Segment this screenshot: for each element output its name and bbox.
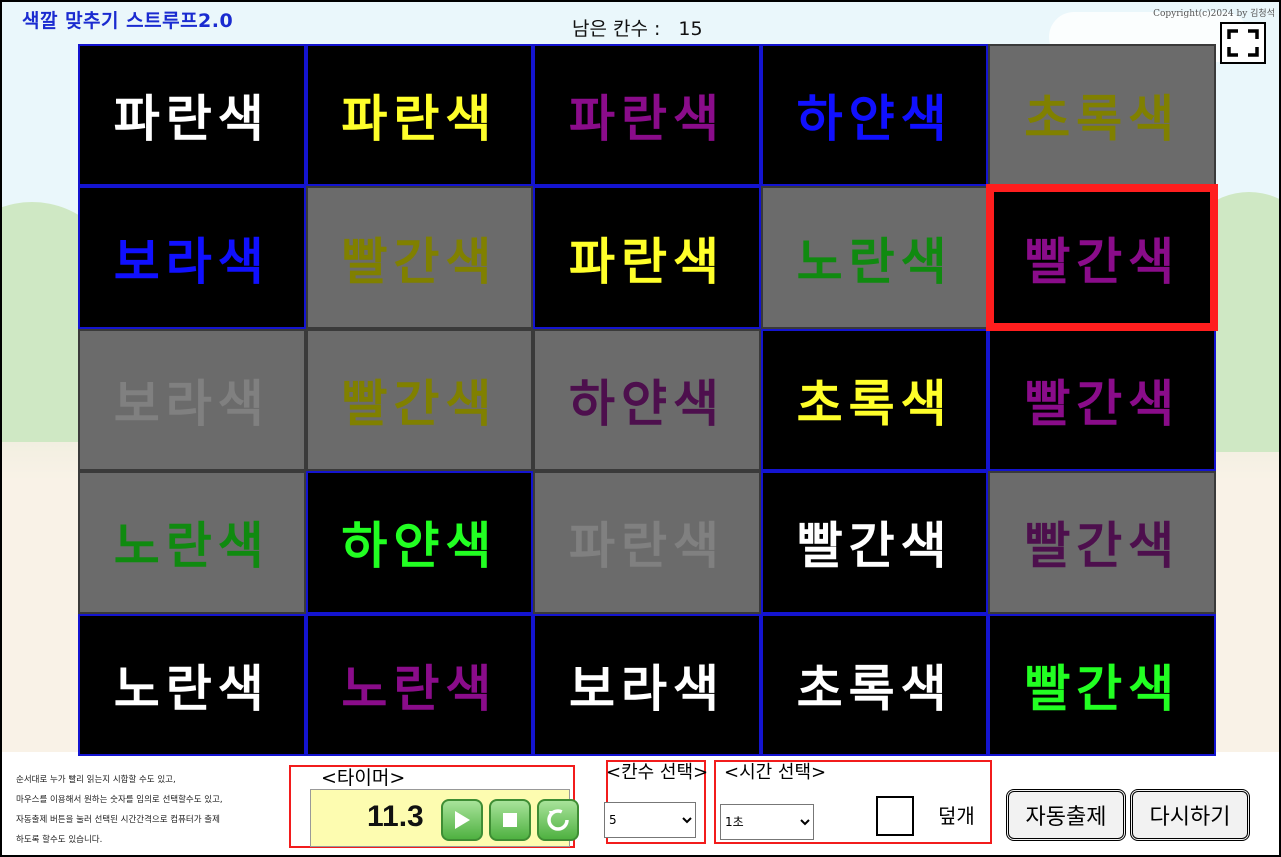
cell-count-title: <칸수 선택> bbox=[606, 762, 709, 783]
board-cell[interactable]: 노란색 bbox=[305, 613, 534, 756]
time-interval-group: <시간 선택> 1초 덮개 bbox=[714, 760, 992, 844]
board-cell[interactable]: 빨간색 bbox=[986, 184, 1218, 331]
timer-group: <타이머> 11.3 bbox=[289, 765, 579, 848]
board-cell[interactable]: 초록색 bbox=[760, 328, 989, 472]
remaining-cells: 남은 칸수 : 15 bbox=[572, 14, 703, 41]
app-title: 색깔 맞추기 스트루프2.0 bbox=[22, 10, 234, 32]
time-interval-title: <시간 선택> bbox=[724, 762, 827, 783]
stroop-board: 파란색 파란색 파란색 하얀색 초록색 보라색 빨간색 파란색 노란색 빨간색 보라색 빨간색 하얀색 초… bbox=[78, 44, 1218, 756]
board-cell[interactable]: 보라색 bbox=[533, 613, 761, 756]
cover-label: 덮개 bbox=[938, 804, 975, 828]
board-cell[interactable]: 노란색 bbox=[78, 471, 306, 614]
cover-checkbox[interactable] bbox=[876, 796, 914, 836]
board-cell[interactable]: 보라색 bbox=[78, 328, 306, 472]
board-cell[interactable]: 노란색 bbox=[78, 613, 306, 756]
time-interval-select[interactable]: 1초 bbox=[720, 804, 814, 840]
board-cell[interactable]: 초록색 bbox=[988, 44, 1216, 187]
board-cell[interactable]: 파란색 bbox=[533, 44, 761, 187]
board-cell[interactable]: 파란색 bbox=[533, 471, 761, 614]
board-cell[interactable]: 파란색 bbox=[533, 186, 761, 329]
timer-panel: 11.3 bbox=[310, 789, 579, 847]
restart-button[interactable]: 다시하기 bbox=[1130, 789, 1250, 841]
board-cell[interactable]: 빨간색 bbox=[760, 471, 989, 614]
copyright-text: Copyright(c)2024 by 김청석 bbox=[1153, 9, 1275, 19]
board-cell[interactable]: 파란색 bbox=[305, 44, 534, 187]
play-icon bbox=[455, 811, 470, 829]
timer-play-button[interactable] bbox=[441, 799, 483, 841]
remaining-count: 15 bbox=[678, 18, 703, 40]
instructions: 순서대로 누가 빨리 읽는지 시합할 수도 있고, 마우스를 이용해서 원하는 … bbox=[16, 770, 292, 850]
board-cell[interactable]: 노란색 bbox=[760, 186, 989, 329]
board-cell[interactable]: 파란색 bbox=[78, 44, 306, 187]
timer-reset-button[interactable] bbox=[537, 799, 579, 841]
reset-icon bbox=[547, 809, 569, 831]
stop-icon bbox=[503, 813, 517, 827]
instruction-line: 마우스를 이용해서 원하는 숫자를 임의로 선택할수도 있고, bbox=[16, 795, 223, 805]
remaining-label: 남은 칸수 : bbox=[572, 18, 661, 40]
timer-title: <타이머> bbox=[321, 767, 406, 789]
cell-count-group: <칸수 선택> 5 bbox=[604, 760, 709, 844]
board-cell[interactable]: 빨간색 bbox=[988, 328, 1216, 472]
fullscreen-button[interactable] bbox=[1220, 22, 1266, 64]
board-cell[interactable]: 초록색 bbox=[760, 613, 989, 756]
instruction-line: 하도록 할수도 있습니다. bbox=[16, 835, 103, 845]
instruction-line: 자동출제 버튼을 눌러 선택된 시간간격으로 컴퓨터가 출제 bbox=[16, 815, 220, 825]
board-cell[interactable]: 보라색 bbox=[78, 186, 306, 329]
fullscreen-icon bbox=[1227, 29, 1259, 57]
app-window: 색깔 맞추기 스트루프2.0 남은 칸수 : 15 Copyright(c)202… bbox=[0, 0, 1281, 857]
instruction-line: 순서대로 누가 빨리 읽는지 시합할 수도 있고, bbox=[16, 775, 176, 785]
board-cell[interactable]: 빨간색 bbox=[305, 186, 534, 329]
board-cell[interactable]: 하얀색 bbox=[760, 44, 989, 187]
cell-count-select[interactable]: 5 bbox=[604, 802, 696, 838]
board-cell[interactable]: 하얀색 bbox=[305, 471, 534, 614]
board-cell[interactable]: 빨간색 bbox=[988, 471, 1216, 614]
board-cell[interactable]: 하얀색 bbox=[533, 328, 761, 472]
auto-generate-button[interactable]: 자동출제 bbox=[1006, 789, 1126, 841]
timer-value: 11.3 bbox=[367, 800, 424, 833]
board-cell[interactable]: 빨간색 bbox=[988, 613, 1216, 756]
timer-stop-button[interactable] bbox=[489, 799, 531, 841]
board-cell[interactable]: 빨간색 bbox=[305, 328, 534, 472]
